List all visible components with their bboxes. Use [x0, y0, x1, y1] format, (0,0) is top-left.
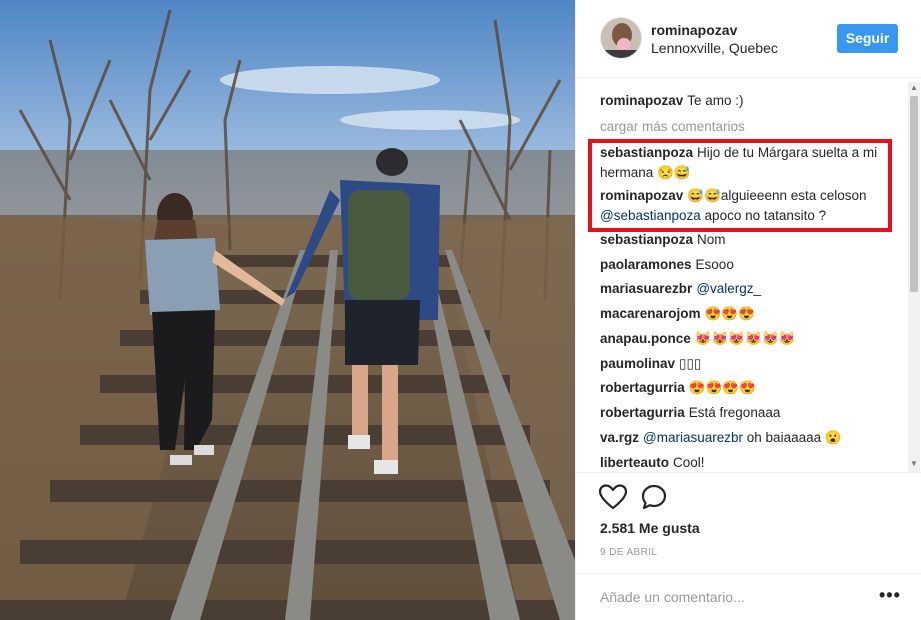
comment-text: Está fregonaaa — [688, 405, 781, 420]
comment-text: Te amo :) — [687, 93, 744, 108]
comment-row: rominapozav Te amo :) — [600, 91, 900, 111]
comment-row: mariasuarezbr @valergz_ — [600, 279, 900, 299]
comment-text: oh baiaaaaa 😮 — [746, 430, 842, 445]
comment-username[interactable]: va.rgz — [600, 430, 639, 445]
avatar[interactable] — [600, 17, 642, 59]
post-date[interactable]: 9 DE ABRIL — [600, 547, 657, 558]
comment-row: robertagurria 😍😍😍😍 — [600, 378, 900, 398]
comment-username[interactable]: robertagurria — [600, 380, 685, 395]
post-photo — [0, 0, 575, 620]
comment-username[interactable]: paumolinav — [600, 356, 675, 371]
scroll-up-arrow-icon[interactable]: ▲ — [908, 82, 920, 94]
load-more-comments-link[interactable]: cargar más comentarios — [600, 119, 745, 134]
red-highlight-box — [588, 139, 892, 232]
comment-row: anapau.ponce 😻😻😻😻😻😻 — [600, 329, 900, 349]
comment-username[interactable]: paolaramones — [600, 257, 692, 272]
comment-username[interactable]: macarenarojom — [600, 306, 701, 321]
comment-row: sebastianpoza Nom — [600, 230, 900, 250]
more-options-icon[interactable]: ••• — [879, 586, 901, 604]
heart-icon[interactable] — [598, 483, 628, 511]
post-actions: 2.581 Me gusta 9 DE ABRIL ••• — [576, 472, 921, 620]
comment-text: 😻😻😻😻😻😻 — [694, 331, 796, 346]
comment-icon[interactable] — [640, 483, 668, 511]
comment-row: paumolinav ▯▯▯ — [600, 354, 900, 374]
comment-row: va.rgz @mariasuarezbr oh baiaaaaa 😮 — [600, 428, 900, 448]
comment-input[interactable] — [600, 586, 860, 608]
comment-username[interactable]: rominapozav — [600, 93, 683, 108]
comment-row: liberteauto Cool! — [600, 453, 900, 472]
comments-list: rominapozav Te amo :) cargar más comentar… — [576, 79, 908, 472]
comment-username[interactable]: liberteauto — [600, 455, 669, 470]
post-sidebar: rominapozav Lennoxville, Quebec Seguir r… — [575, 0, 921, 620]
comment-username[interactable]: robertagurria — [600, 405, 685, 420]
comment-text: Cool! — [673, 455, 705, 470]
comment-mention-link[interactable]: @mariasuarezbr — [643, 430, 743, 445]
railroad-photo — [0, 0, 575, 620]
scrollbar-thumb[interactable] — [910, 96, 918, 292]
comments-scrollbar[interactable]: ▲ ▼ — [908, 82, 920, 472]
comment-row: paolaramones Esooo — [600, 255, 900, 275]
post-location[interactable]: Lennoxville, Quebec — [651, 40, 778, 56]
avatar-image — [601, 18, 641, 58]
comment-username[interactable]: sebastianpoza — [600, 232, 693, 247]
comment-text: Esooo — [695, 257, 734, 272]
post-author-username[interactable]: rominapozav — [651, 22, 737, 38]
scroll-down-arrow-icon[interactable]: ▼ — [908, 458, 920, 470]
add-comment-bar: ••• — [576, 573, 921, 620]
comment-username[interactable]: mariasuarezbr — [600, 281, 692, 296]
comment-text: 😍😍😍 — [704, 306, 755, 321]
comment-row: robertagurria Está fregonaaa — [600, 403, 900, 423]
comment-text: ▯▯▯ — [679, 356, 702, 371]
comment-username[interactable]: anapau.ponce — [600, 331, 691, 346]
comment-text: Nom — [697, 232, 726, 247]
comment-text: 😍😍😍😍 — [688, 380, 757, 395]
comment-row: macarenarojom 😍😍😍 — [600, 304, 900, 324]
likes-count[interactable]: 2.581 Me gusta — [600, 520, 700, 536]
follow-button[interactable]: Seguir — [837, 24, 898, 53]
comment-mention-link[interactable]: @valergz_ — [696, 281, 761, 296]
post-header: rominapozav Lennoxville, Quebec Seguir — [576, 0, 921, 78]
